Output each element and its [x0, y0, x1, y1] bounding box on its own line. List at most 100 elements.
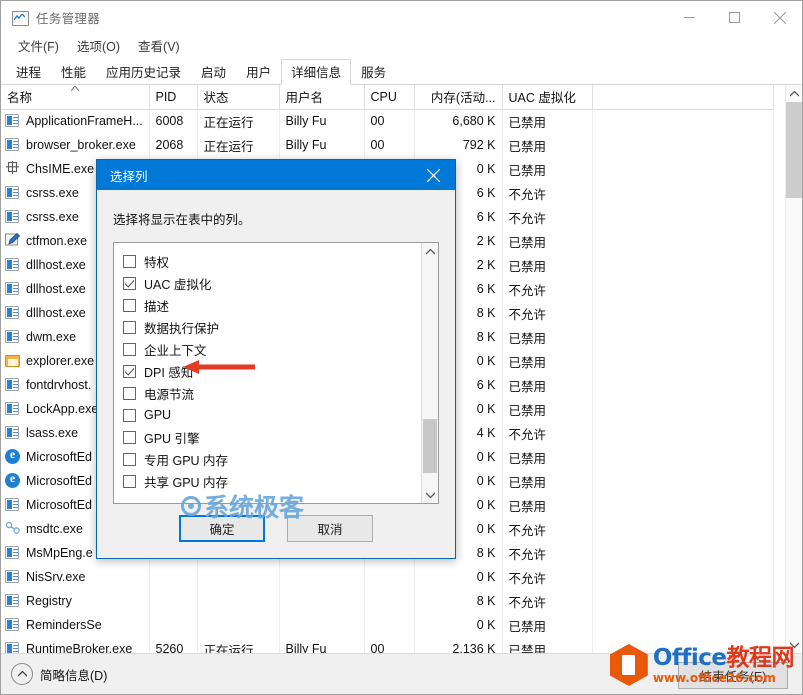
table-row[interactable]: NisSrv.exe 0 K 不允许 [1, 565, 774, 589]
minimize-button[interactable] [667, 1, 712, 34]
column-list-item[interactable]: 数据执行保护 [123, 316, 421, 338]
checkbox-icon[interactable] [123, 320, 136, 334]
maximize-button[interactable] [712, 1, 757, 34]
close-button[interactable] [757, 1, 802, 34]
process-name: fontdrvhost. [26, 378, 92, 392]
exe-icon [5, 329, 21, 345]
cell-uac: 已禁用 [502, 397, 593, 421]
column-header-name[interactable]: 名称 [1, 85, 150, 110]
tab-startup[interactable]: 启动 [191, 59, 236, 85]
cell-spacer [592, 493, 774, 517]
menu-file[interactable]: 文件(F) [9, 34, 68, 57]
column-list-item[interactable]: 描述 [123, 294, 421, 316]
exe-icon [5, 569, 21, 585]
checkbox-icon[interactable] [123, 452, 136, 466]
table-row[interactable]: browser_broker.exe 2068 正在运行 Billy Fu 00 792 … [1, 133, 774, 157]
cell-uac: 不允许 [502, 181, 593, 205]
checkbox-icon[interactable] [123, 276, 136, 290]
annotation-arrow-icon [183, 360, 255, 374]
cell-username [279, 589, 365, 613]
checkbox-icon[interactable] [123, 386, 136, 400]
exe-icon [5, 257, 21, 273]
tab-details[interactable]: 详细信息 [281, 59, 352, 85]
process-name: ApplicationFrameH... [26, 114, 143, 129]
column-header-memory[interactable]: 内存(活动... [414, 85, 503, 110]
tab-users[interactable]: 用户 [236, 59, 281, 85]
column-list-item[interactable]: DPI 感知 [123, 360, 421, 382]
column-list-scrollbar[interactable] [421, 243, 438, 503]
table-row[interactable]: Registry 8 K 不允许 [1, 589, 774, 613]
process-name: dllhost.exe [26, 258, 86, 272]
cell-cpu [364, 565, 415, 589]
cell-name: RuntimeBroker.exe [1, 637, 150, 653]
table-row[interactable]: ApplicationFrameH... 6008 正在运行 Billy Fu 00 6,… [1, 109, 774, 133]
exe-icon [5, 305, 21, 321]
watermark-geek-text: 系统极客 [204, 493, 305, 522]
column-list-item[interactable]: 电源节流 [123, 382, 421, 404]
tab-performance[interactable]: 性能 [51, 59, 96, 85]
checkbox-icon[interactable] [123, 342, 136, 356]
process-name: ctfmon.exe [26, 234, 88, 248]
column-list-item[interactable]: GPU [123, 404, 421, 426]
checkbox-icon[interactable] [123, 474, 136, 488]
cell-uac: 已禁用 [502, 493, 593, 517]
column-list-item[interactable]: GPU 引擎 [123, 426, 421, 448]
table-row[interactable]: RemindersSe 0 K 已禁用 [1, 613, 774, 637]
scroll-thumb[interactable] [786, 102, 802, 198]
cell-pid: 6008 [149, 109, 198, 133]
cell-username: Billy Fu [279, 637, 365, 653]
cell-uac: 已禁用 [502, 253, 593, 277]
cell-memory: 0 K [414, 565, 503, 589]
cell-spacer [592, 421, 774, 445]
process-name: csrss.exe [26, 210, 79, 224]
cell-pid [149, 589, 198, 613]
exe-icon [5, 425, 21, 441]
process-name: ChsIME.exe [26, 162, 95, 176]
process-list-scrollbar[interactable] [785, 85, 802, 653]
tab-app-history[interactable]: 应用历史记录 [96, 59, 191, 85]
checkbox-icon[interactable] [123, 254, 136, 268]
column-header-uac[interactable]: UAC 虚拟化 [502, 85, 593, 110]
column-list-item[interactable]: 特权 [123, 250, 421, 272]
watermark-office-text: Office教程网 www.office26.com [653, 646, 795, 684]
exe-icon [5, 617, 21, 633]
tab-processes[interactable]: 进程 [6, 59, 51, 85]
fewer-details-label: 简略信息(D) [40, 668, 108, 683]
menu-bar: 文件(F) 选项(O) 查看(V) [1, 34, 802, 57]
column-header-username[interactable]: 用户名 [279, 85, 365, 110]
cell-spacer [592, 541, 774, 565]
office-logo-icon [609, 644, 648, 686]
scroll-up-icon[interactable] [786, 85, 802, 102]
column-list[interactable]: 特权 UAC 虚拟化 描述 数据执行保护 企业上下文 DPI 感知 电源节流 GPU GPU 引… [113, 242, 439, 504]
column-header-status[interactable]: 状态 [197, 85, 280, 110]
fewer-details-button[interactable]: 简略信息(D) [11, 663, 107, 685]
checkbox-icon[interactable] [123, 430, 136, 444]
cell-uac: 已禁用 [502, 229, 593, 253]
checkbox-icon[interactable] [123, 298, 136, 312]
cell-spacer [592, 373, 774, 397]
checkbox-icon[interactable] [123, 408, 136, 422]
column-list-item[interactable]: 企业上下文 [123, 338, 421, 360]
list-scroll-up-icon[interactable] [422, 243, 438, 260]
exe-icon [5, 545, 21, 561]
cell-spacer [592, 349, 774, 373]
column-list-item[interactable]: 专用 GPU 内存 [123, 448, 421, 470]
list-scroll-thumb[interactable] [423, 419, 437, 473]
checkbox-icon[interactable] [123, 364, 136, 378]
column-header-cpu[interactable]: CPU [364, 85, 415, 110]
cell-spacer [592, 253, 774, 277]
cell-username: Billy Fu [279, 109, 365, 133]
dialog-close-icon[interactable] [411, 160, 455, 190]
menu-view[interactable]: 查看(V) [129, 34, 189, 57]
process-name: browser_broker.exe [26, 138, 136, 152]
tab-services[interactable]: 服务 [351, 59, 396, 85]
list-scroll-down-icon[interactable] [422, 486, 438, 503]
cell-memory: 8 K [414, 589, 503, 613]
column-list-item[interactable]: UAC 虚拟化 [123, 272, 421, 294]
cell-status [197, 565, 280, 589]
column-header-pid[interactable]: PID [149, 85, 198, 110]
cell-spacer [592, 157, 774, 181]
menu-options[interactable]: 选项(O) [68, 34, 129, 57]
cell-spacer [592, 469, 774, 493]
process-name: MicrosoftEd [26, 450, 92, 464]
